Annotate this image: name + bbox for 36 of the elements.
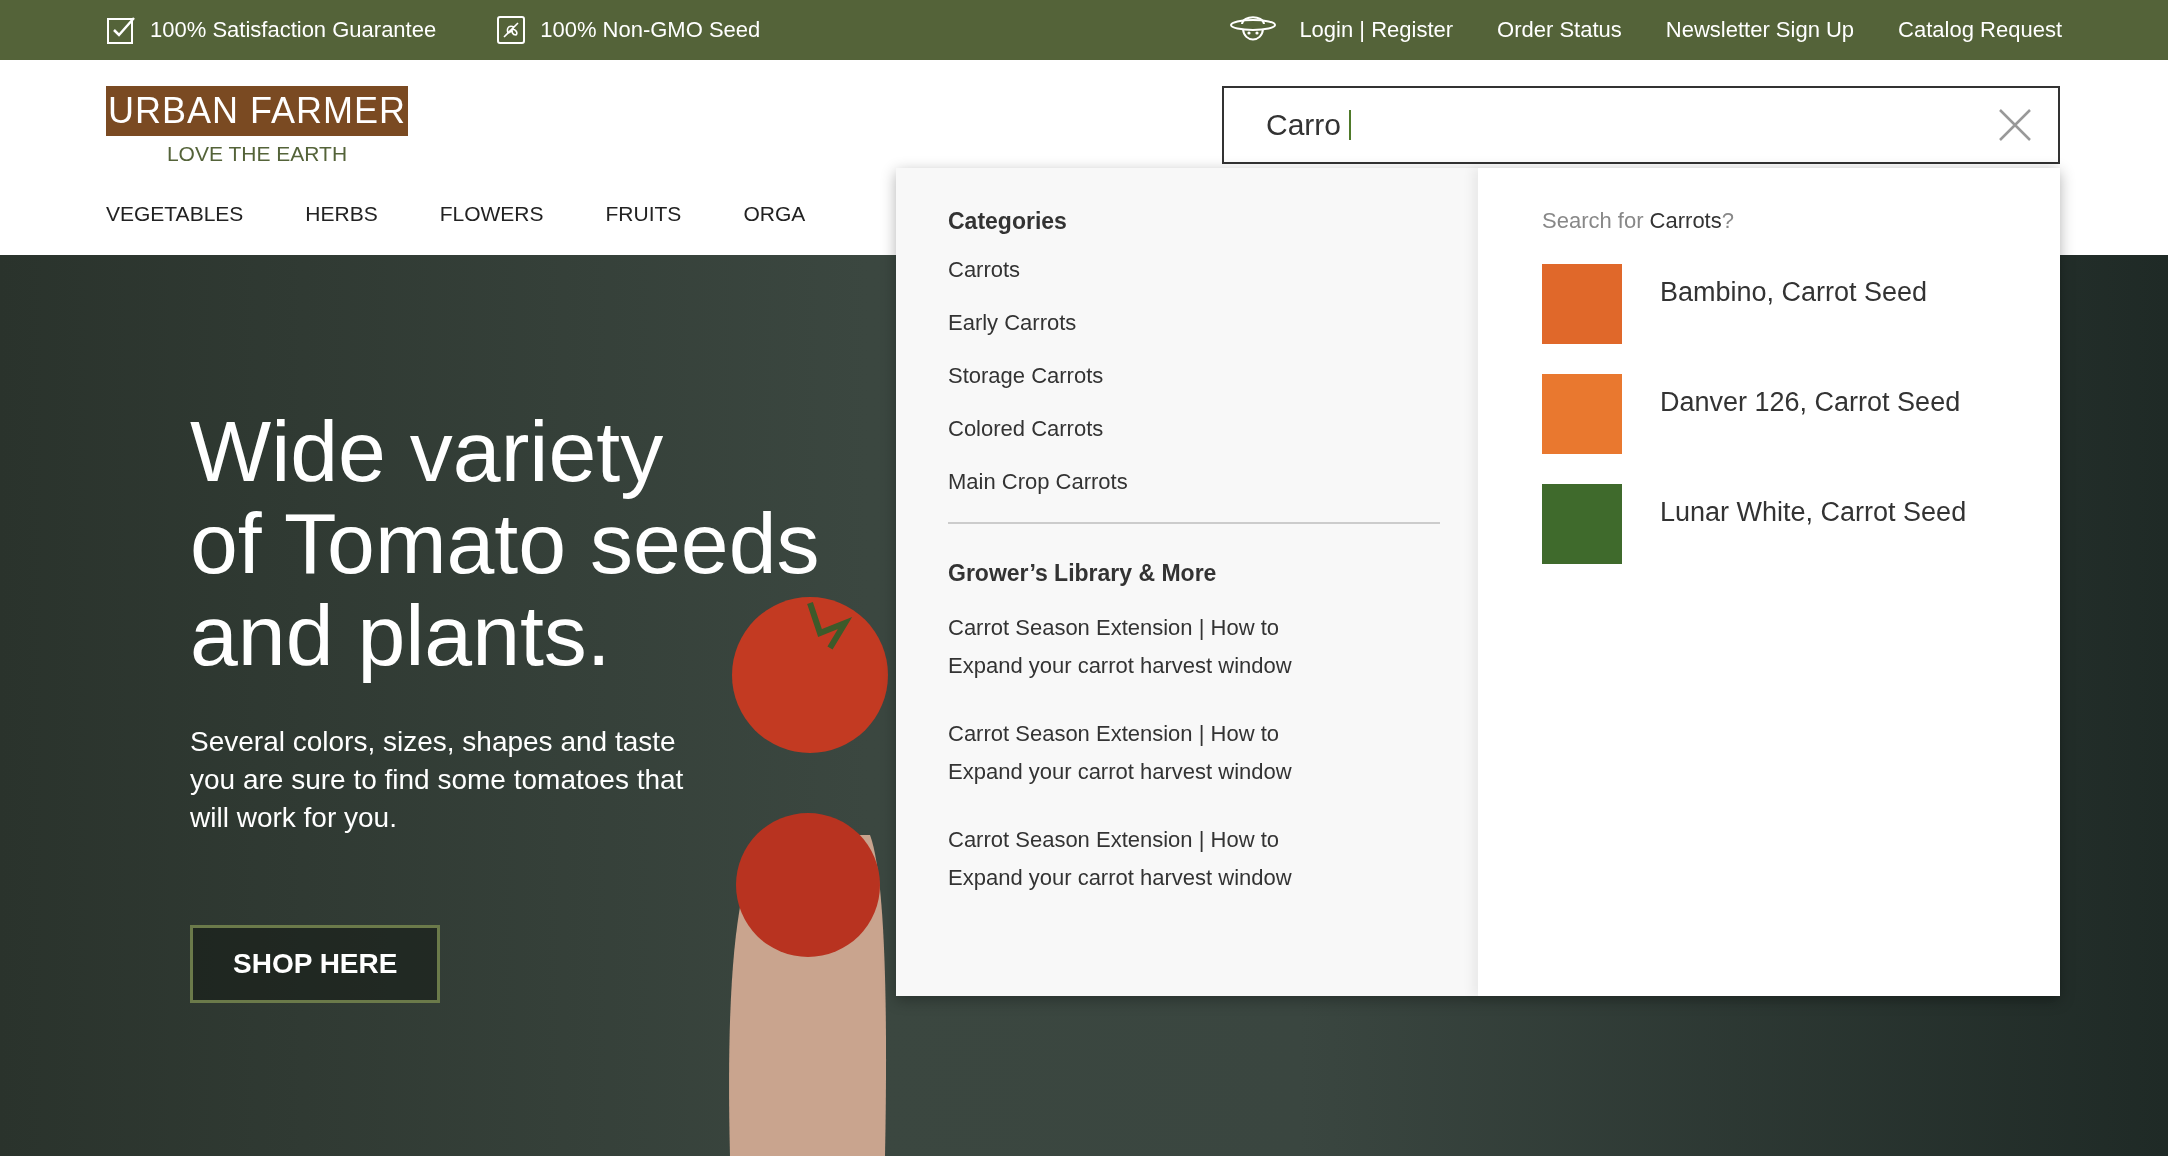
article-link[interactable]: Carrot Season Extension | How to Expand your carrot harvest window — [948, 821, 1358, 897]
article-link[interactable]: Carrot Season Extension | How to Expand your carrot harvest window — [948, 715, 1358, 791]
product-link[interactable]: Bambino, Carrot Seed — [1660, 272, 1980, 312]
nav-link[interactable]: HERBS — [305, 202, 378, 226]
nav-link[interactable]: FRUITS — [605, 202, 682, 226]
promise-text: 100% Satisfaction Guarantee — [150, 17, 437, 43]
search-field[interactable]: Carro — [1222, 86, 2060, 164]
logo[interactable]: URBAN FARMER — [106, 86, 408, 136]
top-link[interactable]: Catalog Request — [1898, 17, 2062, 43]
section-heading: Categories — [948, 208, 1068, 235]
nav-link[interactable]: ORGA — [743, 202, 806, 226]
product-link[interactable]: Danver 126, Carrot Seed — [1660, 382, 1980, 422]
close-icon — [1998, 108, 2032, 142]
section-heading: Grower’s Library & More — [948, 560, 1218, 587]
hero-text: Several colors, sizes, shapes and taste you are sure to find some tomatoes that will work for you. — [190, 725, 685, 835]
nav-link[interactable]: FLOWERS — [439, 202, 544, 226]
top-link[interactable]: Newsletter Sign Up — [1665, 17, 1855, 43]
search-suggestion[interactable]: Search for Carrots? — [1542, 208, 2060, 234]
login-register-link[interactable]: Login | Register — [1299, 17, 1454, 43]
checkbox-icon — [106, 15, 136, 45]
category-link[interactable]: Storage Carrots — [948, 363, 1440, 389]
promise-text: 100% Non-GMO Seed — [540, 17, 761, 43]
category-link[interactable]: Colored Carrots — [948, 416, 1440, 442]
category-link[interactable]: Main Crop Carrots — [948, 469, 1440, 495]
text-cursor — [1349, 110, 1351, 140]
article-link[interactable]: Carrot Season Extension | How to Expand your carrot harvest window — [948, 609, 1358, 685]
close-button[interactable] — [1998, 108, 2032, 142]
nav-link[interactable]: VEGETABLES — [106, 202, 244, 226]
category-link[interactable]: Early Carrots — [948, 310, 1440, 336]
seedling-icon — [496, 15, 527, 45]
shop-here-button[interactable]: SHOP HERE — [190, 925, 441, 1003]
top-link[interactable]: Order Status — [1497, 17, 1622, 43]
logo-tagline: LOVE THE EARTH — [166, 142, 348, 166]
product-link[interactable]: Lunar White, Carrot Seed — [1660, 492, 1980, 532]
category-link[interactable]: Carrots — [948, 257, 1440, 283]
hero-headline: Wide variety of Tomato seeds and plants. — [190, 405, 820, 681]
